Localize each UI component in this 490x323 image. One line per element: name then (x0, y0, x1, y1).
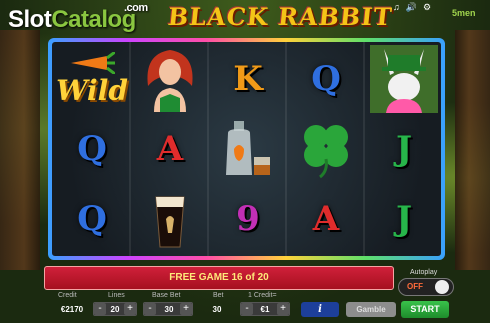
leprechaun-rabbit-icon (368, 44, 440, 114)
wild-label: Wild (56, 73, 128, 107)
credit-label: Credit (58, 292, 77, 299)
reel-symbol-j: J (395, 129, 413, 169)
reel-divider (129, 42, 131, 256)
watermark-logo: SlotCatalog .com (8, 2, 148, 34)
music-note-icon[interactable]: ♫ (393, 2, 400, 13)
reel-area: Wild Q Q A K 9 Q A J J (52, 42, 441, 256)
reel-symbol-a: A (312, 199, 340, 239)
reel-symbol-q: Q (77, 199, 107, 239)
lines-increase-button[interactable]: + (124, 303, 136, 315)
reel-symbol-q: Q (77, 129, 107, 169)
redhead-woman-icon (134, 44, 206, 114)
one-credit-label: 1 Credit= (248, 292, 277, 299)
info-button[interactable]: i (301, 302, 339, 317)
lines-value: 20 (110, 305, 120, 314)
game-title-logo: BLACK RABBIT (166, 2, 394, 31)
reel-frame: Wild Q Q A K 9 Q A J J (48, 38, 445, 260)
reel-divider (207, 42, 209, 256)
four-leaf-clover-icon (290, 114, 362, 184)
autoplay-knob (435, 280, 449, 294)
reel-divider (363, 42, 365, 256)
reel-symbol-a: A (156, 129, 184, 169)
autoplay-state: OFF (407, 282, 423, 291)
left-tree-trunk (0, 30, 40, 270)
bottle-and-glass-icon (212, 114, 284, 184)
credit-value-increase-button[interactable]: + (277, 303, 289, 315)
right-tree-trunk (455, 30, 490, 270)
start-button[interactable]: START (401, 301, 449, 318)
watermark-com: .com (124, 2, 148, 14)
stout-beer-icon (134, 184, 206, 254)
reel-divider (285, 42, 287, 256)
top-icons: ♫ 🔊 ⚙ (393, 2, 431, 13)
lines-decrease-button[interactable]: - (94, 303, 106, 315)
bet-value: 30 (212, 305, 222, 314)
brand-logo: 5men (452, 8, 476, 18)
reel-symbol-q: Q (311, 59, 341, 99)
credit-value: €2170 (60, 305, 84, 314)
credit-value-amount: €1 (260, 305, 270, 314)
bet-label: Bet (213, 292, 224, 299)
settings-icon[interactable]: ⚙ (423, 2, 431, 13)
wild-carrot-icon: Wild (56, 44, 128, 114)
base-bet-value: 30 (164, 305, 174, 314)
sound-icon[interactable]: 🔊 (406, 2, 417, 13)
reel-symbol-k: K (233, 59, 263, 99)
autoplay-label: Autoplay (410, 269, 438, 276)
free-game-banner: FREE GAME 16 of 20 (44, 266, 394, 290)
base-bet-label: Base Bet (152, 292, 181, 299)
reel-symbol-j: J (395, 199, 413, 239)
autoplay-toggle[interactable]: OFF (398, 278, 454, 296)
reel-symbol-9: 9 (236, 199, 260, 239)
base-bet-increase-button[interactable]: + (180, 303, 192, 315)
watermark-part1: Slot (8, 6, 52, 33)
credit-value-decrease-button[interactable]: - (241, 303, 253, 315)
gamble-button[interactable]: Gamble (346, 302, 396, 317)
base-bet-decrease-button[interactable]: - (144, 303, 156, 315)
lines-label: Lines (108, 292, 125, 299)
